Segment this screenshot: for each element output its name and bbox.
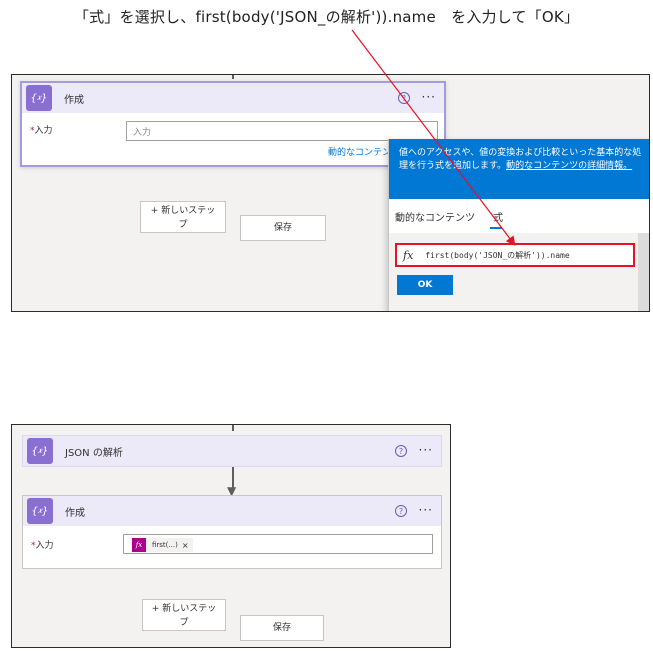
token-label: first(...)	[152, 541, 178, 549]
parse-json-card-header[interactable]: {𝑥} JSON の解析 ? ···	[23, 436, 441, 466]
input-label: *入力	[31, 541, 54, 551]
fx-icon: fx	[403, 248, 414, 262]
screenshot-expression-entry: {𝑥} 作成 ? ··· *入力 入力 動的なコンテンツ + 新しいステッ プ …	[11, 74, 650, 312]
card-title: 作成	[64, 94, 84, 106]
data-operation-icon: {𝑥}	[26, 85, 52, 111]
panel-tabs: 動的なコンテンツ 式	[389, 199, 649, 233]
new-step-label: + 新しいステッ	[150, 206, 216, 216]
compose-card-header[interactable]: {𝑥} 作成 ? ···	[23, 496, 441, 526]
close-icon[interactable]: ×	[182, 541, 189, 550]
compose-card-header[interactable]: {𝑥} 作成 ? ···	[22, 83, 444, 113]
tab-active-indicator	[490, 227, 502, 229]
expression-token[interactable]: fx first(...) ×	[132, 538, 193, 552]
parse-json-card[interactable]: {𝑥} JSON の解析 ? ···	[22, 435, 442, 467]
help-icon[interactable]: ?	[398, 92, 410, 104]
more-icon[interactable]: ···	[422, 90, 436, 104]
tab-expression[interactable]: 式	[493, 209, 503, 224]
panel-header: 値へのアクセスや、値の変換および比較といった基本的な処理を行う式を追加します。動…	[389, 139, 649, 228]
save-button[interactable]: 保存	[240, 615, 324, 641]
new-step-label: + 新しいステッ	[151, 604, 217, 614]
fx-icon: fx	[132, 538, 146, 552]
new-step-label-cont: プ	[178, 220, 188, 230]
more-icon[interactable]: ···	[419, 443, 433, 457]
compose-card[interactable]: {𝑥} 作成 ? ··· *入力 fx first(...) ×	[22, 495, 442, 569]
tab-dynamic-content[interactable]: 動的なコンテンツ	[395, 209, 475, 224]
ok-button[interactable]: OK	[397, 275, 453, 295]
connector-line	[232, 75, 234, 79]
screenshot-result: {𝑥} JSON の解析 ? ··· ▼ {𝑥} 作成 ? ··· *入力 fx…	[11, 424, 451, 648]
expression-input[interactable]: fx first(body('JSON_の解析')).name	[395, 243, 635, 267]
input-field[interactable]: 入力	[126, 121, 438, 141]
expression-area: fx first(body('JSON_の解析')).name OK	[389, 233, 639, 311]
input-label: *入力	[30, 126, 53, 136]
learn-more-link[interactable]: 動的なコンテンツの詳細情報。	[506, 161, 632, 171]
data-operation-icon: {𝑥}	[27, 438, 53, 464]
card-title: 作成	[65, 507, 85, 519]
card-title: JSON の解析	[65, 447, 123, 459]
data-operation-icon: {𝑥}	[27, 498, 53, 524]
dynamic-content-panel: 値へのアクセスや、値の変換および比較といった基本的な処理を行う式を追加します。動…	[388, 139, 649, 311]
expression-text: first(body('JSON_の解析')).name	[425, 250, 570, 260]
connector-line	[232, 425, 234, 431]
help-icon[interactable]: ?	[395, 445, 407, 457]
more-icon[interactable]: ···	[419, 503, 433, 517]
new-step-button[interactable]: + 新しいステッ プ	[142, 599, 226, 631]
new-step-button[interactable]: + 新しいステッ プ	[140, 201, 226, 233]
panel-scrollbar[interactable]	[638, 233, 649, 311]
new-step-label-cont: プ	[179, 618, 189, 628]
input-field[interactable]: fx first(...) ×	[123, 534, 433, 554]
save-button[interactable]: 保存	[240, 215, 326, 241]
instruction-caption: 「式」を選択し、first(body('JSON_の解析')).name を入力…	[73, 8, 580, 26]
compose-card[interactable]: {𝑥} 作成 ? ··· *入力 入力 動的なコンテンツ	[20, 81, 446, 167]
help-icon[interactable]: ?	[395, 505, 407, 517]
